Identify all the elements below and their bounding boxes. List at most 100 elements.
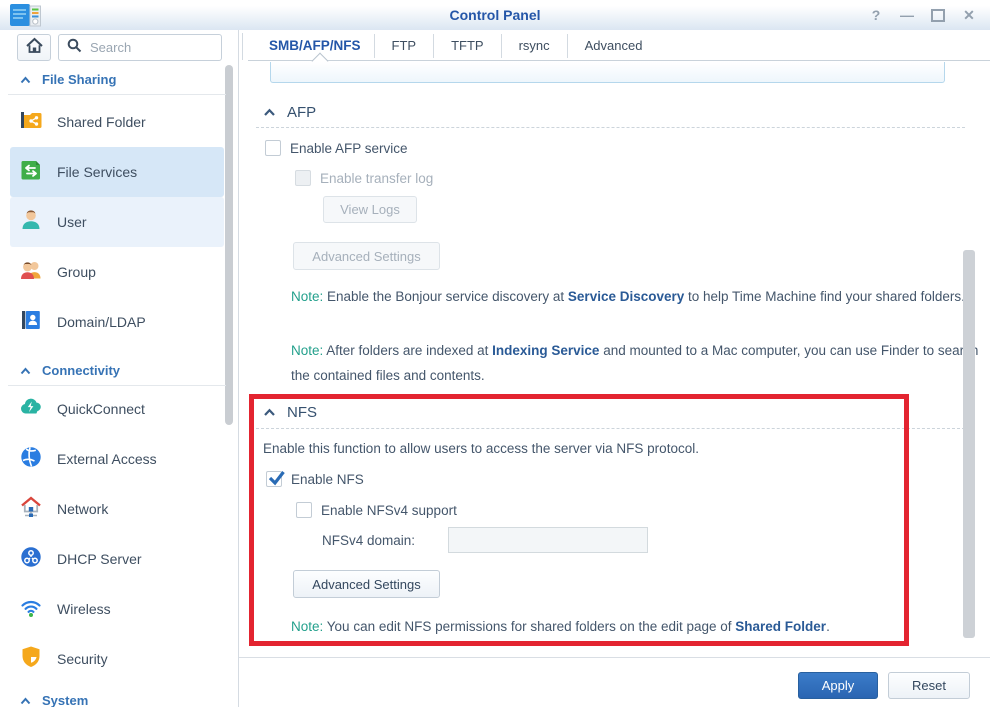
footer-divider — [239, 657, 990, 658]
enable-afp-service-checkbox[interactable] — [265, 140, 281, 156]
nfsv4-domain-label: NFSv4 domain: — [322, 533, 415, 548]
sidebar-item-label: File Services — [57, 164, 137, 180]
search-box — [58, 34, 222, 61]
sidebar-section-file-sharing[interactable]: File Sharing — [20, 72, 116, 87]
toolbar-divider — [242, 33, 243, 60]
close-icon[interactable]: ✕ — [962, 8, 976, 22]
sidebar-item-network[interactable]: Network — [10, 484, 224, 534]
tab-underline — [248, 60, 990, 61]
nfsv4-domain-input[interactable] — [448, 527, 648, 553]
enable-nfsv4-checkbox[interactable] — [296, 502, 312, 518]
note-prefix: Note: — [291, 343, 323, 358]
minimize-icon[interactable]: — — [900, 8, 914, 22]
chevron-up-icon — [20, 367, 31, 375]
sidebar-section-connectivity[interactable]: Connectivity — [20, 363, 120, 378]
sidebar-item-label: Domain/LDAP — [57, 314, 146, 330]
search-input[interactable] — [88, 39, 213, 56]
chevron-up-icon — [20, 76, 31, 84]
sidebar: File Sharing Shared Folder File Services — [0, 62, 238, 707]
domain-ldap-icon — [18, 307, 44, 338]
sidebar-item-user[interactable]: User — [10, 197, 224, 247]
note-text: to help Time Machine find your shared fo… — [684, 289, 965, 304]
sidebar-border — [238, 30, 239, 707]
nfs-description: Enable this function to allow users to a… — [263, 441, 699, 456]
sidebar-item-shared-folder[interactable]: Shared Folder — [10, 97, 224, 147]
sidebar-item-external-access[interactable]: External Access — [10, 434, 224, 484]
enable-transfer-log-label: Enable transfer log — [320, 171, 433, 186]
enable-nfs-row: Enable NFS — [266, 471, 364, 487]
enable-afp-service-label: Enable AFP service — [290, 141, 408, 156]
note-prefix: Note: — [291, 289, 323, 304]
note-text: After folders are indexed at — [323, 343, 492, 358]
view-logs-button[interactable]: View Logs — [323, 196, 417, 223]
sidebar-item-label: QuickConnect — [57, 401, 145, 417]
titlebar: Control Panel ? — ✕ — [0, 0, 990, 30]
nfs-section-title: NFS — [287, 404, 317, 421]
dhcp-server-icon — [18, 544, 44, 575]
sidebar-item-label: Shared Folder — [57, 114, 146, 130]
sidebar-item-security[interactable]: Security — [10, 634, 224, 684]
note-prefix: Note: — [291, 619, 323, 634]
wireless-icon — [18, 594, 44, 625]
sidebar-item-file-services[interactable]: File Services — [10, 147, 224, 197]
shared-folder-icon — [18, 107, 44, 138]
sidebar-divider — [8, 94, 226, 95]
help-icon[interactable]: ? — [869, 8, 883, 22]
nfs-section-header[interactable]: NFS — [263, 404, 317, 421]
sidebar-item-label: Security — [57, 651, 108, 667]
enable-nfs-checkbox[interactable] — [266, 471, 282, 487]
home-button[interactable] — [17, 34, 51, 61]
enable-nfs-label: Enable NFS — [291, 472, 364, 487]
sidebar-section-system[interactable]: System — [20, 693, 88, 707]
service-discovery-ref: Service Discovery — [568, 289, 684, 304]
tab-ftp[interactable]: FTP — [375, 38, 434, 53]
enable-transfer-log-checkbox[interactable] — [295, 170, 311, 186]
tab-advanced[interactable]: Advanced — [568, 38, 660, 53]
external-access-icon — [18, 444, 44, 475]
shared-folder-ref: Shared Folder — [735, 619, 826, 634]
sidebar-section-label: System — [42, 693, 88, 707]
content-scrollbar[interactable] — [963, 250, 975, 638]
enable-transfer-log-row: Enable transfer log — [295, 170, 433, 186]
sidebar-item-quickconnect[interactable]: QuickConnect — [10, 384, 224, 434]
nfs-highlight-box — [249, 394, 909, 646]
partially-visible-field[interactable] — [270, 62, 945, 83]
tab-smb-afp-nfs[interactable]: SMB/AFP/NFS — [256, 38, 374, 53]
afp-note-indexing: Note: After folders are indexed at Index… — [291, 338, 979, 388]
sidebar-item-wireless[interactable]: Wireless — [10, 584, 224, 634]
afp-advanced-settings-button[interactable]: Advanced Settings — [293, 242, 440, 270]
nfs-note-permissions: Note: You can edit NFS permissions for s… — [291, 614, 921, 639]
enable-nfsv4-label: Enable NFSv4 support — [321, 503, 457, 518]
sidebar-item-domain-ldap[interactable]: Domain/LDAP — [10, 297, 224, 347]
group-icon — [18, 257, 44, 288]
sidebar-item-label: DHCP Server — [57, 551, 142, 567]
note-text: . — [826, 619, 830, 634]
enable-afp-service-row: Enable AFP service — [265, 140, 408, 156]
tab-tftp[interactable]: TFTP — [434, 38, 501, 53]
chevron-up-icon — [263, 108, 276, 117]
search-icon — [67, 38, 82, 58]
section-divider — [256, 127, 965, 128]
chevron-up-icon — [263, 408, 276, 417]
apply-button[interactable]: Apply — [798, 672, 878, 699]
security-shield-icon — [18, 644, 44, 675]
maximize-icon[interactable] — [931, 9, 945, 22]
enable-nfsv4-row: Enable NFSv4 support — [296, 502, 457, 518]
nfs-advanced-settings-button[interactable]: Advanced Settings — [293, 570, 440, 598]
tab-rsync[interactable]: rsync — [502, 38, 567, 53]
afp-note-bonjour: Note: Enable the Bonjour service discove… — [291, 284, 969, 309]
checkmark-icon — [267, 469, 286, 487]
sidebar-scrollbar[interactable] — [225, 65, 233, 425]
sidebar-item-label: Group — [57, 264, 96, 280]
window-title: Control Panel — [0, 0, 990, 30]
sidebar-item-label: Network — [57, 501, 108, 517]
sidebar-item-group[interactable]: Group — [10, 247, 224, 297]
chevron-up-icon — [20, 697, 31, 705]
quickconnect-icon — [18, 394, 44, 425]
afp-section-header[interactable]: AFP — [263, 104, 316, 121]
reset-button[interactable]: Reset — [888, 672, 970, 699]
home-icon — [25, 37, 44, 59]
note-text: You can edit NFS permissions for shared … — [323, 619, 735, 634]
sidebar-item-dhcp-server[interactable]: DHCP Server — [10, 534, 224, 584]
file-services-icon — [18, 157, 44, 188]
